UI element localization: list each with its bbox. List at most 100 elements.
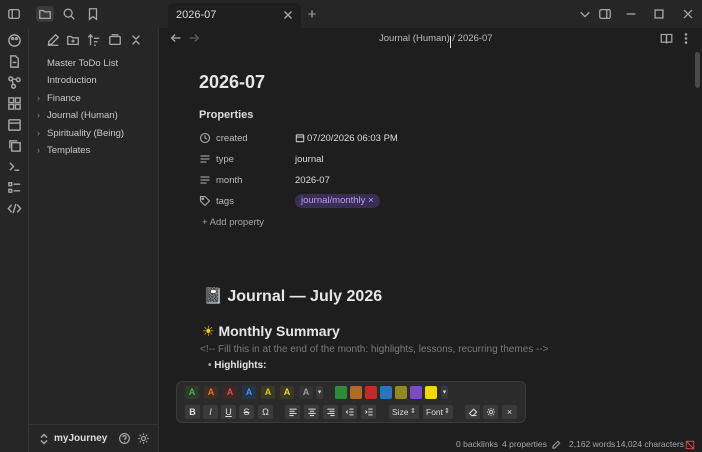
back-arrow-icon[interactable] — [169, 31, 183, 45]
highlights-bullet[interactable]: • Highlights: — [208, 360, 267, 371]
reading-view-icon[interactable] — [660, 32, 673, 45]
new-folder-icon[interactable] — [66, 33, 80, 47]
scrollbar-thumb[interactable] — [695, 52, 700, 88]
text-color-dropdown-icon[interactable]: ▾ — [316, 386, 323, 399]
tree-folder-journal[interactable]: › Journal (Human) — [37, 110, 118, 126]
text-color-swatch[interactable]: A — [261, 386, 275, 399]
ribbon — [0, 28, 29, 452]
property-value[interactable]: journal — [295, 154, 324, 165]
close-window-icon[interactable] — [680, 6, 696, 22]
help-icon[interactable] — [118, 432, 131, 445]
properties-heading[interactable]: Properties — [199, 109, 253, 121]
highlight-color-swatch[interactable] — [365, 386, 377, 399]
code-icon[interactable] — [7, 201, 22, 216]
new-note-icon[interactable] — [46, 33, 60, 47]
text-color-swatch[interactable]: A — [185, 386, 199, 399]
property-key: tags — [216, 196, 234, 207]
settings-gear-icon[interactable] — [137, 432, 150, 445]
pencil-icon[interactable] — [551, 439, 561, 449]
toolbar-settings-icon[interactable] — [483, 405, 498, 419]
tree-folder-spirituality[interactable]: › Spirituality (Being) — [37, 128, 124, 144]
highlight-color-swatch[interactable] — [395, 386, 407, 399]
property-created[interactable]: created 07/20/2026 06:03 PM — [199, 131, 499, 147]
sort-icon[interactable] — [87, 33, 101, 47]
note-title[interactable]: 2026-07 — [199, 72, 265, 93]
indent-icon[interactable] — [361, 405, 376, 419]
tree-folder-templates[interactable]: › Templates — [37, 145, 90, 161]
backlinks-count[interactable]: 0 backlinks — [456, 439, 498, 449]
monthly-summary-heading[interactable]: ☀ Monthly Summary — [202, 323, 340, 340]
eraser-icon[interactable] — [465, 405, 480, 419]
graph-icon[interactable] — [7, 75, 22, 90]
highlight-color-swatch[interactable] — [425, 386, 437, 399]
highlight-color-swatch[interactable] — [380, 386, 392, 399]
canvas-icon[interactable] — [7, 96, 22, 111]
collapse-view-icon[interactable] — [108, 33, 122, 47]
align-left-icon[interactable] — [285, 405, 300, 419]
italic-button[interactable]: I — [203, 405, 218, 419]
files-icon[interactable] — [36, 6, 54, 22]
property-value[interactable]: 2026-07 — [295, 175, 330, 186]
tab-list-chevron-icon[interactable] — [577, 6, 593, 22]
tree-item-master-todo[interactable]: Master ToDo List — [37, 58, 118, 74]
search-icon[interactable] — [61, 6, 77, 22]
tree-item-introduction[interactable]: Introduction — [37, 75, 97, 91]
right-sidebar-toggle-icon[interactable] — [597, 6, 613, 22]
property-tags[interactable]: tags journal/monthly × — [199, 194, 499, 210]
properties-count[interactable]: 4 properties — [502, 439, 547, 449]
outdent-icon[interactable] — [342, 405, 357, 419]
word-count: 2,162 words — [569, 439, 616, 449]
checklist-icon[interactable] — [7, 180, 22, 195]
underline-button[interactable]: U — [221, 405, 236, 419]
strikethrough-button[interactable]: S — [239, 405, 254, 419]
align-center-icon[interactable] — [304, 405, 319, 419]
editor-pane: Journal (Human) / 2026-07 2026-07 Proper… — [159, 28, 702, 434]
sidebar-toggle-icon[interactable] — [6, 6, 22, 22]
terminal-icon[interactable] — [7, 159, 22, 174]
font-size-select[interactable]: Size ⇕ — [389, 405, 419, 419]
collapse-all-icon[interactable] — [129, 33, 143, 47]
property-month[interactable]: month 2026-07 — [199, 173, 499, 189]
tag-pill[interactable]: journal/monthly × — [295, 194, 380, 208]
document-icon[interactable] — [7, 54, 22, 69]
breadcrumb: Journal (Human) / 2026-07 — [379, 33, 493, 44]
formatting-toolbar: AAAAAAA ▾ ▾ B I U S Ω Size ⇕ Font ⇕ × — [176, 381, 526, 423]
add-property-button[interactable]: + Add property — [202, 217, 264, 228]
highlight-color-swatch[interactable] — [410, 386, 422, 399]
vault-switcher[interactable]: myJourney — [29, 424, 159, 452]
journal-heading[interactable]: 📓 Journal — July 2026 — [203, 286, 382, 306]
tag-remove-icon[interactable]: × — [368, 195, 374, 206]
bold-button[interactable]: B — [185, 405, 200, 419]
bookmark-icon[interactable] — [85, 6, 101, 22]
font-family-select[interactable]: Font ⇕ — [423, 405, 453, 419]
special-char-button[interactable]: Ω — [258, 405, 273, 419]
close-tab-icon[interactable] — [281, 8, 295, 22]
minimize-icon[interactable] — [623, 6, 639, 22]
text-color-swatch[interactable]: A — [204, 386, 218, 399]
tree-folder-finance[interactable]: › Finance — [37, 93, 81, 109]
calendar-icon[interactable] — [7, 117, 22, 132]
text-color-swatch[interactable]: A — [299, 386, 313, 399]
palette-icon[interactable] — [7, 33, 22, 48]
breadcrumb-folder[interactable]: Journal (Human) — [379, 33, 450, 44]
text-color-swatch[interactable]: A — [242, 386, 256, 399]
close-toolbar-button[interactable]: × — [502, 405, 517, 419]
sync-error-icon[interactable] — [685, 439, 695, 450]
text-color-swatch[interactable]: A — [280, 386, 294, 399]
more-options-icon[interactable] — [681, 32, 691, 45]
copy-icon[interactable] — [7, 138, 22, 153]
text-color-swatch[interactable]: A — [223, 386, 237, 399]
property-value[interactable]: 07/20/2026 06:03 PM — [307, 133, 398, 144]
highlight-dropdown-icon[interactable]: ▾ — [441, 386, 448, 399]
new-tab-button[interactable]: + — [304, 6, 320, 23]
maximize-icon[interactable] — [651, 6, 667, 22]
highlight-color-swatch[interactable] — [350, 386, 362, 399]
tab-2026-07[interactable]: 2026-07 — [168, 3, 301, 28]
breadcrumb-note[interactable]: 2026-07 — [458, 33, 493, 44]
highlight-color-swatch[interactable] — [335, 386, 347, 399]
font-size-label: Size — [392, 407, 409, 417]
align-right-icon[interactable] — [323, 405, 338, 419]
html-comment[interactable]: <!-- Fill this in at the end of the mont… — [200, 344, 549, 355]
forward-arrow-icon[interactable] — [187, 31, 201, 45]
property-type[interactable]: type journal — [199, 152, 499, 168]
